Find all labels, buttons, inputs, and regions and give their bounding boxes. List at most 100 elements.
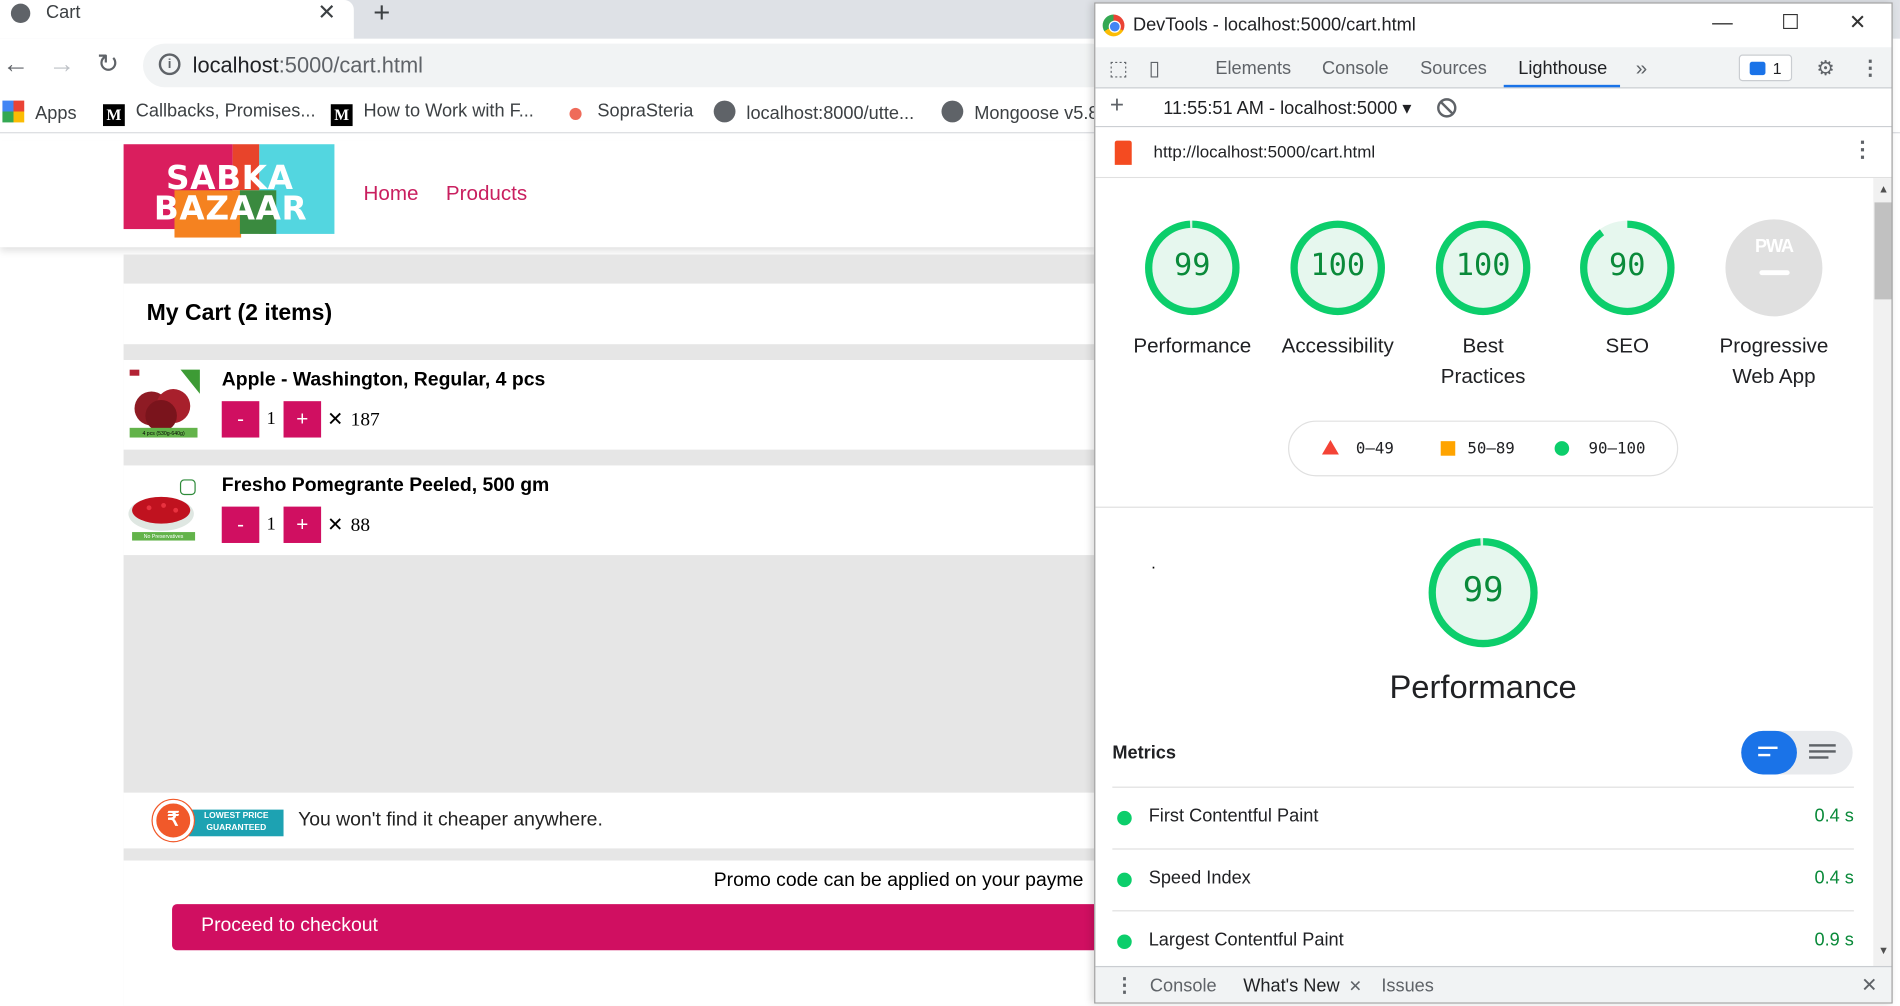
devtools-window-title: DevTools - localhost:5000/cart.html xyxy=(1132,14,1416,36)
web-page: SABKA BAZAAR Home Products My Cart (2 it… xyxy=(0,140,1095,1006)
report-scrollbar[interactable]: ▲ ▼ xyxy=(1873,178,1892,966)
tab-lighthouse[interactable]: Lighthouse xyxy=(1518,58,1607,79)
active-drawer-tab-indicator xyxy=(1232,1002,1368,1003)
metric-row: First Contentful Paint 0.4 s xyxy=(1112,786,1854,849)
bookmark-localhost-8000[interactable]: localhost:8000/utte... xyxy=(713,100,914,124)
item-name: Fresho Pomegrante Peeled, 500 gm xyxy=(221,475,550,496)
compact-view-button[interactable] xyxy=(1741,730,1797,775)
address-bar[interactable]: i localhost:5000/cart.html xyxy=(142,43,1113,88)
lowest-price-banner: LOWEST PRICE GUARANTEED ₹ You won't find … xyxy=(123,792,1095,849)
pass-circle-icon xyxy=(1554,441,1570,456)
url-text[interactable]: localhost:5000/cart.html xyxy=(193,53,423,78)
globe-icon xyxy=(10,3,31,24)
tab-sources[interactable]: Sources xyxy=(1420,58,1487,79)
item-price: ✕ 187 xyxy=(327,407,380,431)
cart-header: My Cart (2 items) xyxy=(123,283,1095,345)
close-tab-icon[interactable]: ✕ xyxy=(317,0,335,25)
pass-circle-icon xyxy=(1117,810,1132,826)
report-selector[interactable]: 11:55:51 AM - localhost:5000 ▾ xyxy=(1163,97,1411,119)
cart-title: My Cart (2 items) xyxy=(146,300,333,327)
sabka-bazaar-logo[interactable]: SABKA BAZAAR xyxy=(123,144,335,238)
globe-icon xyxy=(713,100,736,123)
score-legend: 0–49 50–89 90–100 xyxy=(1288,420,1679,477)
devtools-window: DevTools - localhost:5000/cart.html — ☐ … xyxy=(1094,2,1893,1004)
metric-row: Largest Contentful Paint 0.9 s xyxy=(1112,910,1854,966)
divider xyxy=(1095,506,1874,508)
tab-console[interactable]: Console xyxy=(1322,58,1389,79)
maximize-icon[interactable]: ☐ xyxy=(1781,11,1799,35)
bookmark-how-to-work[interactable]: M How to Work with F... xyxy=(330,101,534,127)
promo-text: You won't find it cheaper anywhere. xyxy=(298,809,603,831)
close-tab-icon[interactable]: ✕ xyxy=(1349,977,1362,996)
apple-product-image: 4 pcs (530g-640g) xyxy=(127,367,200,440)
info-icon[interactable]: i xyxy=(158,53,181,76)
metrics-heading: Metrics xyxy=(1112,742,1176,764)
lighthouse-report: 99 Performance 100 Accessibility 100 Bes… xyxy=(1095,178,1874,966)
issues-badge[interactable]: 1 xyxy=(1738,54,1793,82)
lighthouse-icon xyxy=(1114,140,1132,165)
back-icon[interactable]: ← xyxy=(2,48,29,80)
drawer-tab-console[interactable]: Console xyxy=(1150,976,1217,997)
close-drawer-icon[interactable]: ✕ xyxy=(1861,973,1877,997)
scroll-up-icon[interactable]: ▲ xyxy=(1878,183,1889,195)
item-quantity: 1 xyxy=(266,515,276,535)
drawer-tab-issues[interactable]: Issues xyxy=(1381,976,1434,997)
cart-item-apple: 4 pcs (530g-640g) Apple - Washington, Re… xyxy=(123,359,1095,450)
gauge-accessibility[interactable]: 100 xyxy=(1289,219,1386,316)
settings-gear-icon[interactable]: ⚙ xyxy=(1816,57,1834,81)
forward-icon[interactable]: → xyxy=(48,48,75,80)
new-report-icon[interactable]: + xyxy=(1110,92,1124,120)
more-options-icon[interactable]: ⋮ xyxy=(1860,57,1881,81)
increase-qty-button[interactable]: + xyxy=(283,401,322,438)
tab-elements[interactable]: Elements xyxy=(1215,58,1291,79)
pomegranate-product-image: No Preservatives xyxy=(127,472,200,546)
cart-panel: My Cart (2 items) 4 pcs (530g-640g) Appl… xyxy=(123,254,1095,1006)
bookmark-callbacks[interactable]: M Callbacks, Promises... xyxy=(102,101,315,127)
increase-qty-button[interactable]: + xyxy=(283,506,322,543)
inspect-element-icon[interactable]: ⬚ xyxy=(1109,57,1128,81)
gauge-label-performance: Performance xyxy=(1133,334,1252,358)
new-tab-icon[interactable]: + xyxy=(373,0,390,30)
tab-title: Cart xyxy=(46,2,81,24)
more-tabs-icon[interactable]: » xyxy=(1636,57,1647,81)
browser-tab-cart[interactable]: Cart ✕ xyxy=(0,0,354,39)
drawer-tab-whats-new[interactable]: What's New xyxy=(1243,976,1339,997)
clear-reports-icon[interactable] xyxy=(1437,98,1457,118)
bookmark-soprasteria[interactable]: SopraSteria xyxy=(565,101,693,121)
nav-products-link[interactable]: Products xyxy=(446,182,527,206)
scroll-thumb[interactable] xyxy=(1874,202,1892,300)
apps-icon xyxy=(2,100,25,123)
pwa-badge[interactable]: PWA xyxy=(1725,219,1823,317)
bookmark-mongoose[interactable]: Mongoose v5.8 xyxy=(941,100,1099,124)
report-url: http://localhost:5000/cart.html xyxy=(1153,141,1376,162)
decrease-qty-button[interactable]: - xyxy=(221,506,260,543)
drawer-menu-icon[interactable]: ⋮ xyxy=(1115,973,1134,997)
decrease-qty-button[interactable]: - xyxy=(221,401,260,438)
proceed-to-checkout-button[interactable]: Proceed to checkout xyxy=(172,904,1095,951)
cart-item-pomegranate: No Preservatives Fresho Pomegrante Peele… xyxy=(123,465,1095,556)
minimize-icon[interactable]: — xyxy=(1712,11,1733,35)
bookmark-apps[interactable]: Apps xyxy=(2,100,77,124)
device-toolbar-icon[interactable]: ▯ xyxy=(1149,57,1160,81)
stray-dot: . xyxy=(1151,552,1156,573)
pass-circle-icon xyxy=(1117,934,1132,949)
active-tab-indicator xyxy=(1503,84,1621,88)
gauge-best-practices[interactable]: 100 xyxy=(1435,219,1532,316)
report-url-bar: http://localhost:5000/cart.html ⋮ xyxy=(1095,127,1892,179)
report-menu-icon[interactable]: ⋮ xyxy=(1851,137,1873,162)
metrics-view-toggle[interactable] xyxy=(1741,730,1853,775)
reload-icon[interactable]: ↻ xyxy=(97,48,119,80)
multiply-icon: ✕ xyxy=(327,512,344,536)
scroll-down-icon[interactable]: ▼ xyxy=(1878,944,1889,956)
item-price: ✕ 88 xyxy=(327,512,371,536)
promo-code-note: Promo code can be applied on your payme xyxy=(713,870,1084,891)
logo-text-line2: BAZAAR xyxy=(153,190,308,228)
gauge-seo[interactable]: 90 xyxy=(1579,219,1676,316)
gauge-performance[interactable]: 99 xyxy=(1144,219,1241,316)
fail-triangle-icon xyxy=(1321,439,1339,455)
nav-home-link[interactable]: Home xyxy=(364,182,419,206)
performance-gauge-large: 99 xyxy=(1427,537,1538,649)
close-window-icon[interactable]: ✕ xyxy=(1849,11,1866,35)
devtools-drawer: ⋮ Console What's New ✕ Issues ✕ xyxy=(1095,965,1892,1003)
medium-icon: M xyxy=(102,104,125,127)
